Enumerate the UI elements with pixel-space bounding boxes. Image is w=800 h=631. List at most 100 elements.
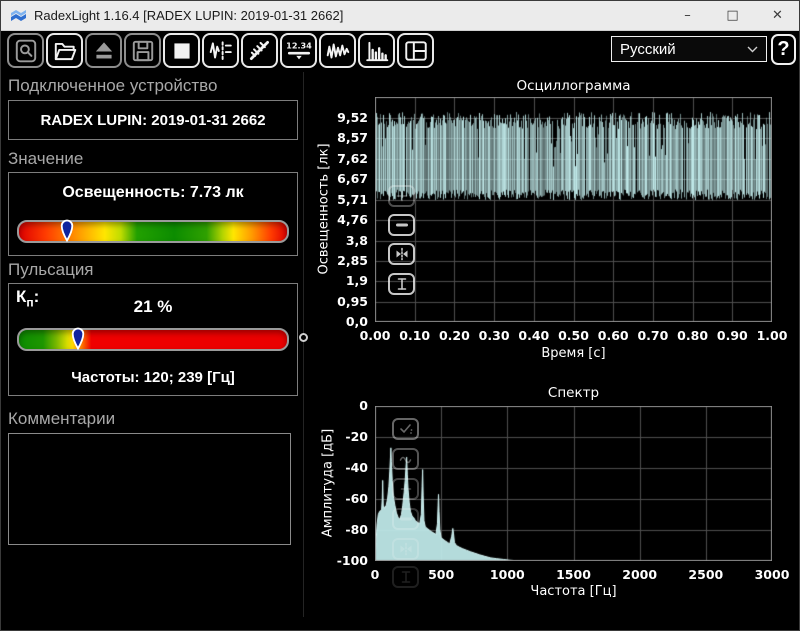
window-controls: – □ ✕	[665, 0, 800, 30]
help-button[interactable]: ?	[771, 34, 796, 65]
osc-y-tick: 4,76	[337, 212, 368, 227]
toolbar: 12.34	[7, 33, 434, 68]
value-section-header: Значение	[8, 149, 84, 168]
osc-x-tick: 0.80	[677, 328, 709, 343]
spec-y-tick: -60	[345, 491, 368, 506]
chart-smooth-button[interactable]	[392, 448, 419, 470]
record-marks-button[interactable]	[202, 33, 239, 68]
osc-y-tick: 7,62	[337, 150, 368, 166]
pulsation-panel: Кп: 21 % Частоты: 120; 239 [Гц]	[8, 283, 298, 396]
device-section-header: Подключенное устройство	[8, 76, 218, 95]
osc-x-tick: 0.90	[716, 328, 748, 343]
device-name: RADEX LUPIN: 2019-01-31 2662	[40, 111, 266, 129]
app-window: { "window": { "title": "RadexLight 1.16.…	[0, 0, 800, 631]
chart-fit-horizontal-button[interactable]	[392, 538, 419, 560]
zoom-in-icon	[400, 483, 411, 495]
oscillogram-title: Осциллограмма	[516, 78, 631, 94]
spectrum-view-button[interactable]	[358, 33, 395, 68]
spec-x-tick: 1000	[489, 567, 525, 582]
osc-x-tick: 0.30	[478, 328, 510, 343]
save-button[interactable]	[124, 33, 161, 68]
chart-select-button[interactable]	[392, 418, 419, 440]
pulsation-marker-icon	[71, 324, 85, 355]
illuminance-reading: Освещенность: 7.73 лк	[62, 184, 244, 201]
comments-section-header: Комментарии	[8, 409, 116, 428]
fit-horizontal-icon	[396, 247, 407, 261]
value-marker-icon	[61, 216, 74, 247]
value-panel: Освещенность: 7.73 лк	[8, 172, 298, 256]
osc-x-tick: 0.70	[637, 328, 669, 343]
rays-button[interactable]	[241, 33, 278, 68]
comments-input[interactable]	[8, 433, 291, 545]
splitter-handle-icon[interactable]	[299, 333, 308, 342]
spec-x-tick: 3000	[754, 567, 790, 582]
chart-fit-horizontal-button[interactable]	[388, 243, 415, 265]
pulsation-gradient-bar	[17, 327, 289, 351]
osc-y-tick: 6,67	[337, 171, 368, 187]
oscillogram-view-icon	[326, 43, 349, 58]
titlebar: RadexLight 1.16.4 [RADEX LUPIN: 2019-01-…	[0, 0, 800, 31]
chart-zoom-out-button[interactable]	[392, 508, 419, 530]
chart-zoom-out-button[interactable]	[388, 214, 415, 236]
minimize-button[interactable]: –	[665, 0, 710, 30]
frequencies-text: Частоты: 120; 239 [Гц]	[71, 369, 235, 386]
layout-button[interactable]	[397, 33, 434, 68]
app-logo-icon	[10, 8, 27, 23]
preview-icon	[15, 39, 36, 62]
language-select[interactable]: Русский	[611, 36, 767, 62]
select-icon	[399, 424, 412, 434]
osc-y-tick: 0,95	[337, 293, 368, 309]
chart-zoom-in-button[interactable]	[392, 478, 419, 500]
spec-y-tick: -100	[336, 553, 368, 568]
eject-button[interactable]	[85, 33, 122, 68]
osc-x-tick: 0.00	[359, 328, 391, 343]
preview-button[interactable]	[7, 33, 44, 68]
osc-x-tick: 0.10	[399, 328, 431, 343]
spectrum-title: Спектр	[547, 385, 600, 401]
maximize-button[interactable]: □	[710, 0, 755, 30]
device-panel: RADEX LUPIN: 2019-01-31 2662	[8, 100, 298, 140]
chevron-down-icon	[747, 46, 758, 52]
numeric-display-button[interactable]: 12.34	[280, 33, 317, 68]
chart-fit-vertical-button[interactable]	[392, 566, 419, 588]
chart-zoom-in-button[interactable]	[388, 185, 415, 207]
fit-vertical-icon	[397, 278, 406, 290]
stop-icon	[173, 42, 190, 59]
spectrum-plot[interactable]	[375, 406, 772, 561]
close-button[interactable]: ✕	[755, 0, 800, 30]
osc-x-tick: 0.50	[558, 328, 589, 343]
record-marks-icon	[209, 40, 232, 61]
osc-y-tick: 8,57	[337, 130, 368, 146]
chart-fit-vertical-button[interactable]	[388, 273, 415, 295]
spec-y-tick: -20	[345, 429, 368, 444]
save-icon	[132, 40, 153, 61]
rays-icon	[249, 40, 269, 60]
oscillogram-xlabel: Время [с]	[541, 346, 606, 361]
oscillogram-plot[interactable]	[375, 97, 772, 322]
spec-x-tick: 0	[370, 567, 380, 582]
osc-x-tick: 1.00	[756, 328, 788, 343]
stop-button[interactable]	[163, 33, 200, 68]
panel-splitter[interactable]	[303, 72, 304, 617]
pulsation-section-header: Пульсация	[8, 260, 94, 279]
spec-x-tick: 2000	[622, 567, 658, 582]
osc-y-tick: 5,71	[337, 191, 368, 207]
open-button[interactable]	[46, 33, 83, 68]
osc-y-tick: 9,52	[337, 110, 368, 125]
osc-y-tick: 1,9	[345, 273, 368, 289]
zoom-out-icon	[399, 517, 412, 521]
layout-icon	[404, 40, 427, 61]
eject-icon	[95, 41, 112, 58]
svg-text:12.34: 12.34	[286, 40, 312, 50]
osc-x-tick: 0.60	[597, 328, 629, 343]
zoom-in-icon	[396, 190, 407, 202]
value-gradient-bar	[17, 219, 289, 243]
numeric-display-icon: 12.34	[286, 40, 312, 59]
language-value: Русский	[620, 40, 676, 58]
spec-y-tick: -40	[345, 460, 368, 475]
oscillogram-view-button[interactable]	[319, 33, 356, 68]
spec-y-tick: -80	[345, 522, 368, 537]
osc-y-tick: 3,8	[345, 232, 368, 248]
window-title: RadexLight 1.16.4 [RADEX LUPIN: 2019-01-…	[34, 7, 344, 23]
spec-x-tick: 500	[428, 567, 455, 582]
